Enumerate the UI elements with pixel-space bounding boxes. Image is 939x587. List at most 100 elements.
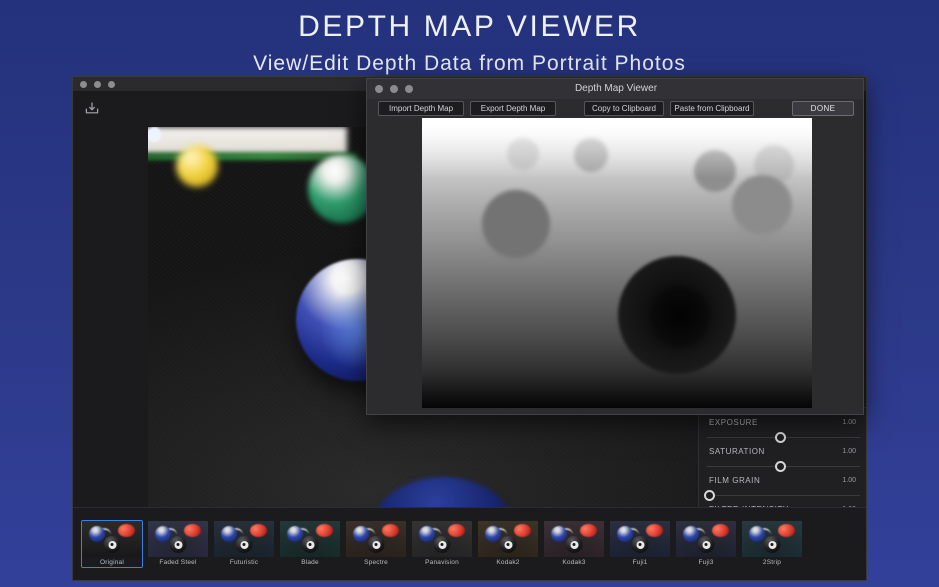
filter-thumb-original[interactable]: Original xyxy=(81,520,143,568)
thumb-ball-eight xyxy=(236,536,253,553)
depth-map-image xyxy=(422,118,812,408)
thumb-ball-red xyxy=(646,524,663,537)
slider-label-film-grain: FILM GRAIN xyxy=(709,476,760,485)
done-button[interactable]: DONE xyxy=(792,101,854,116)
specular-highlight xyxy=(148,127,161,142)
filter-label: Kodak3 xyxy=(544,559,604,566)
thumb-ball-eight xyxy=(500,536,517,553)
thumb-ball-eight xyxy=(698,536,715,553)
depth-sphere-2 xyxy=(574,138,608,172)
slider-label-saturation: SATURATION xyxy=(709,447,765,456)
thumb-ball-eight xyxy=(368,536,385,553)
thumb-ball-blue xyxy=(89,526,105,542)
filter-thumb-futuristic[interactable]: Futuristic xyxy=(213,520,275,568)
thumb-image xyxy=(610,521,670,557)
filter-label: Fuji1 xyxy=(610,559,670,566)
thumb-ball-eight xyxy=(302,536,319,553)
filter-thumb-fuji1[interactable]: Fuji1 xyxy=(609,520,671,568)
thumb-ball-eight xyxy=(764,536,781,553)
thumb-ball-red xyxy=(184,524,201,537)
thumb-ball-blue xyxy=(155,526,171,542)
thumb-ball-blue xyxy=(221,526,237,542)
filter-thumb-2strip[interactable]: 2Strip xyxy=(741,520,803,568)
filter-label: Original xyxy=(82,559,142,566)
filter-thumb-kodak3[interactable]: Kodak3 xyxy=(543,520,605,568)
close-button[interactable] xyxy=(80,81,87,88)
thumb-ball-blue xyxy=(551,526,567,542)
thumb-ball-red xyxy=(316,524,333,537)
maximize-button[interactable] xyxy=(108,81,115,88)
thumb-image xyxy=(148,521,208,557)
promo-subtitle: View/Edit Depth Data from Portrait Photo… xyxy=(0,42,939,76)
thumb-ball-eight xyxy=(566,536,583,553)
slider-knob-film-grain[interactable] xyxy=(775,461,786,472)
slider-value-exposure: 1.00 xyxy=(842,419,856,426)
depth-sphere-1 xyxy=(507,138,539,170)
thumb-ball-red xyxy=(250,524,267,537)
slider-track[interactable] xyxy=(707,495,860,496)
depth-map-viewer-modal: Depth Map Viewer Import Depth Map Export… xyxy=(366,78,864,415)
depth-sphere-5 xyxy=(732,175,792,235)
billiard-ball-yellow xyxy=(176,145,218,187)
filter-label: Kodak2 xyxy=(478,559,538,566)
thumb-ball-eight xyxy=(632,536,649,553)
depth-sphere-3 xyxy=(694,150,736,192)
thumb-image xyxy=(82,521,142,557)
thumb-image xyxy=(214,521,274,557)
thumb-image xyxy=(478,521,538,557)
promo-title: DEPTH MAP VIEWER xyxy=(0,0,939,42)
thumb-ball-blue xyxy=(419,526,435,542)
import-depth-map-button[interactable]: Import Depth Map xyxy=(378,101,464,116)
thumb-ball-blue xyxy=(485,526,501,542)
app-traffic-lights xyxy=(80,81,115,88)
filter-thumb-fuji3[interactable]: Fuji3 xyxy=(675,520,737,568)
filter-label: Spectre xyxy=(346,559,406,566)
filter-label: Blade xyxy=(280,559,340,566)
thumb-ball-blue xyxy=(617,526,633,542)
promo-header: DEPTH MAP VIEWER View/Edit Depth Data fr… xyxy=(0,0,939,76)
thumb-ball-blue xyxy=(749,526,765,542)
minimize-button[interactable] xyxy=(94,81,101,88)
download-tray-icon[interactable] xyxy=(83,99,101,117)
thumb-ball-eight xyxy=(434,536,451,553)
thumb-ball-eight xyxy=(170,536,187,553)
thumb-image xyxy=(544,521,604,557)
filter-thumb-panavision[interactable]: Panavision xyxy=(411,520,473,568)
filter-thumb-blade[interactable]: Blade xyxy=(279,520,341,568)
depth-sphere-6 xyxy=(482,190,550,258)
modal-toolbar: Import Depth Map Export Depth Map Copy t… xyxy=(367,99,864,119)
copy-to-clipboard-button[interactable]: Copy to Clipboard xyxy=(584,101,664,116)
slider-knob-filter-intensity[interactable] xyxy=(704,490,715,501)
modal-title: Depth Map Viewer xyxy=(367,83,864,94)
filter-label: 2Strip xyxy=(742,559,802,566)
thumb-ball-red xyxy=(778,524,795,537)
thumb-ball-blue xyxy=(353,526,369,542)
slider-knob-saturation[interactable] xyxy=(775,432,786,443)
thumb-ball-red xyxy=(448,524,465,537)
thumb-ball-red xyxy=(514,524,531,537)
thumb-image xyxy=(742,521,802,557)
filter-label: Faded Steel xyxy=(148,559,208,566)
paste-from-clipboard-button[interactable]: Paste from Clipboard xyxy=(670,101,754,116)
slider-row-film-grain[interactable]: FILM GRAIN 1.00 xyxy=(699,466,867,495)
depth-sphere-foreground-core xyxy=(650,286,710,348)
filter-label: Fuji3 xyxy=(676,559,736,566)
filter-label: Panavision xyxy=(412,559,472,566)
thumb-ball-blue xyxy=(683,526,699,542)
export-depth-map-button[interactable]: Export Depth Map xyxy=(470,101,556,116)
filter-thumb-spectre[interactable]: Spectre xyxy=(345,520,407,568)
filter-thumb-kodak2[interactable]: Kodak2 xyxy=(477,520,539,568)
thumb-image xyxy=(346,521,406,557)
thumb-ball-red xyxy=(382,524,399,537)
filter-thumb-faded-steel[interactable]: Faded Steel xyxy=(147,520,209,568)
filter-label: Futuristic xyxy=(214,559,274,566)
slider-label-exposure: EXPOSURE xyxy=(709,418,758,427)
thumb-image xyxy=(676,521,736,557)
thumb-image xyxy=(280,521,340,557)
thumb-ball-red xyxy=(712,524,729,537)
rail-white xyxy=(148,127,347,155)
filter-thumbnail-strip[interactable]: Original Faded Steel Futuristic xyxy=(73,507,867,580)
thumb-image xyxy=(412,521,472,557)
thumb-ball-red xyxy=(118,524,135,537)
thumb-ball-eight xyxy=(104,536,121,553)
